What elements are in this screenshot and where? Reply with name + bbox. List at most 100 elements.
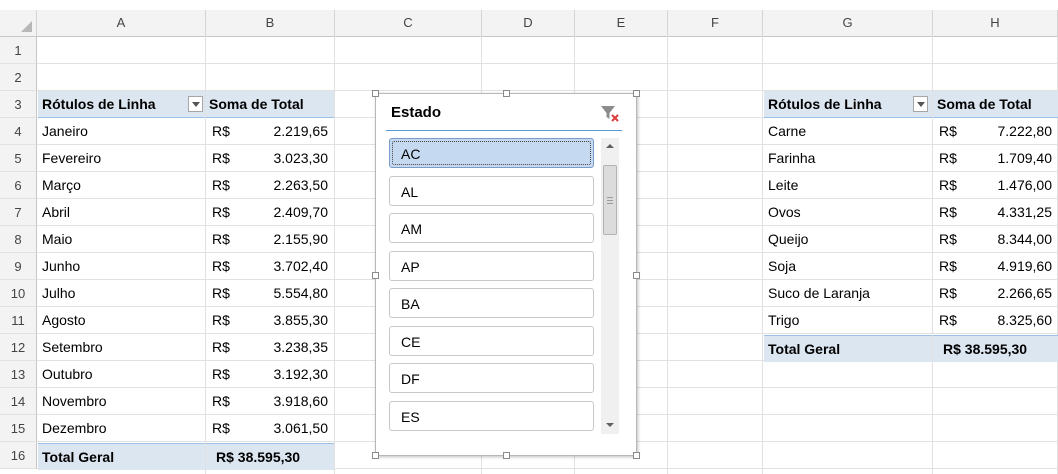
- row-header-3[interactable]: 3: [0, 91, 37, 118]
- pivot-products-row-label[interactable]: Farinha: [764, 145, 932, 172]
- pivot-months-row-label[interactable]: Julho: [38, 280, 205, 307]
- column-header-0[interactable]: A: [37, 10, 206, 36]
- slicer-item-ba[interactable]: BA: [389, 288, 594, 318]
- row-header-8[interactable]: 8: [0, 226, 37, 253]
- slicer-resize-handle-sw[interactable]: [372, 452, 379, 459]
- amount: 3.855,30: [273, 312, 329, 328]
- pivot-months-row-label[interactable]: Agosto: [38, 307, 205, 334]
- slicer-resize-handle-n[interactable]: [503, 90, 510, 97]
- slicer-item-df[interactable]: DF: [389, 363, 594, 393]
- slicer-scrollbar[interactable]: [601, 138, 619, 434]
- row-header-13[interactable]: 13: [0, 361, 37, 388]
- pivot-months-row-label[interactable]: Abril: [38, 199, 205, 226]
- pivot-months-row-value[interactable]: R$ 2.219,65: [206, 118, 334, 145]
- slicer-item-al[interactable]: AL: [389, 175, 594, 206]
- pivot-months-row-value[interactable]: R$ 2.155,90: [206, 226, 334, 253]
- pivot-months-row-label[interactable]: Novembro: [38, 388, 205, 415]
- pivot-products-filter-dropdown-icon[interactable]: [913, 96, 928, 112]
- pivot-products-row-value[interactable]: R$ 8.325,60: [933, 307, 1058, 334]
- row-header-6[interactable]: 6: [0, 172, 37, 199]
- slicer-item-am[interactable]: AM: [389, 213, 594, 243]
- pivot-products-row-value[interactable]: R$ 8.344,00: [933, 226, 1058, 253]
- pivot-months-filter-dropdown-icon[interactable]: [188, 96, 203, 112]
- row-header-5[interactable]: 5: [0, 145, 37, 172]
- pivot-products-row-value[interactable]: R$ 2.266,65: [933, 280, 1058, 307]
- pivot-products-row-label[interactable]: Leite: [764, 172, 932, 199]
- pivot-products-row-label[interactable]: Queijo: [764, 226, 932, 253]
- pivot-products-row-label[interactable]: Suco de Laranja: [764, 280, 932, 307]
- slicer-title: Estado: [391, 104, 442, 121]
- pivot-products-row-label[interactable]: Ovos: [764, 199, 932, 226]
- pivot-months-row-label[interactable]: Janeiro: [38, 118, 205, 145]
- currency-symbol: R$: [212, 231, 230, 247]
- column-header-7[interactable]: H: [933, 10, 1058, 36]
- pivot-products-row-value[interactable]: R$ 1.476,00: [933, 172, 1058, 199]
- pivot-months-row-value[interactable]: R$ 5.554,80: [206, 280, 334, 307]
- currency-symbol: R$: [939, 177, 957, 193]
- row-header-16[interactable]: 16: [0, 442, 37, 469]
- slicer-resize-handle-s[interactable]: [503, 452, 510, 459]
- pivot-months-row-label[interactable]: Dezembro: [38, 415, 205, 442]
- pivot-months-row-label[interactable]: Outubro: [38, 361, 205, 388]
- spreadsheet: ABCDEFGH 1 2 3 4 5 6 7 8 9 10 11 12 13 14 15 16 Rótulos…: [0, 0, 1058, 474]
- currency-symbol: R$: [212, 312, 230, 328]
- row-header-4[interactable]: 4: [0, 118, 37, 145]
- column-header-3[interactable]: D: [482, 10, 575, 36]
- column-header-2[interactable]: C: [335, 10, 482, 36]
- scroll-up-arrow-icon[interactable]: [601, 138, 619, 156]
- amount: 3.192,30: [273, 366, 329, 382]
- row-header-7[interactable]: 7: [0, 199, 37, 226]
- column-header-4[interactable]: E: [575, 10, 668, 36]
- column-header-5[interactable]: F: [668, 10, 763, 36]
- row-header-12[interactable]: 12: [0, 334, 37, 361]
- slicer-resize-handle-nw[interactable]: [372, 90, 379, 97]
- pivot-products-row-label-header: Rótulos de Linha: [764, 91, 932, 118]
- pivot-months-row-value[interactable]: R$ 3.061,50: [206, 415, 334, 442]
- row-header-10[interactable]: 10: [0, 280, 37, 307]
- column-header-1[interactable]: B: [206, 10, 335, 36]
- pivot-products-row-value[interactable]: R$ 4.331,25: [933, 199, 1058, 226]
- slicer-item-ap[interactable]: AP: [389, 250, 594, 281]
- slicer-resize-handle-w[interactable]: [372, 272, 379, 279]
- pivot-products-row-value[interactable]: R$ 1.709,40: [933, 145, 1058, 172]
- slicer-item-es[interactable]: ES: [389, 400, 594, 431]
- slicer-resize-handle-e[interactable]: [633, 272, 640, 279]
- row-header-2[interactable]: 2: [0, 64, 37, 91]
- pivot-months-row-value[interactable]: R$ 3.702,40: [206, 253, 334, 280]
- pivot-months-row-label[interactable]: Fevereiro: [38, 145, 205, 172]
- row-header-14[interactable]: 14: [0, 388, 37, 415]
- slicer-resize-handle-se[interactable]: [633, 452, 640, 459]
- pivot-months-row-label[interactable]: Maio: [38, 226, 205, 253]
- scrollbar-thumb[interactable]: [603, 165, 617, 235]
- currency-symbol: R$: [939, 231, 957, 247]
- column-header-6[interactable]: G: [763, 10, 933, 36]
- pivot-products-row-label[interactable]: Trigo: [764, 307, 932, 334]
- pivot-months-row-label[interactable]: Setembro: [38, 334, 205, 361]
- pivot-months-row-value[interactable]: R$ 3.238,35: [206, 334, 334, 361]
- pivot-months-row-value[interactable]: R$ 2.409,70: [206, 199, 334, 226]
- slicer-item-ce[interactable]: CE: [389, 325, 594, 356]
- slicer-estado[interactable]: Estado AC AL AM AP BA CE DF ES: [372, 90, 640, 459]
- row-header-15[interactable]: 15: [0, 415, 37, 442]
- row-header-11[interactable]: 11: [0, 307, 37, 334]
- pivot-products-row-value[interactable]: R$ 4.919,60: [933, 253, 1058, 280]
- pivot-months-row-value[interactable]: R$ 3.855,30: [206, 307, 334, 334]
- slicer-item-ac[interactable]: AC: [389, 138, 594, 168]
- pivot-months-row-value[interactable]: R$ 3.918,60: [206, 388, 334, 415]
- pivot-products-row-label[interactable]: Soja: [764, 253, 932, 280]
- pivot-months-row-value[interactable]: R$ 3.023,30: [206, 145, 334, 172]
- slicer-resize-handle-ne[interactable]: [633, 90, 640, 97]
- pivot-months-row-value[interactable]: R$ 3.192,30: [206, 361, 334, 388]
- pivot-products-row-value[interactable]: R$ 7.222,80: [933, 118, 1058, 145]
- row-header-1[interactable]: 1: [0, 37, 37, 64]
- amount: 8.325,60: [997, 312, 1053, 328]
- pivot-months-row-label[interactable]: Março: [38, 172, 205, 199]
- pivot-months-row-label-header: Rótulos de Linha: [38, 91, 205, 118]
- row-header-9[interactable]: 9: [0, 253, 37, 280]
- scroll-down-arrow-icon[interactable]: [601, 416, 619, 434]
- pivot-months-row-value[interactable]: R$ 2.263,50: [206, 172, 334, 199]
- pivot-products-row-label[interactable]: Carne: [764, 118, 932, 145]
- select-all-corner[interactable]: [0, 10, 37, 36]
- pivot-months-row-label[interactable]: Junho: [38, 253, 205, 280]
- clear-filter-icon[interactable]: [600, 104, 622, 124]
